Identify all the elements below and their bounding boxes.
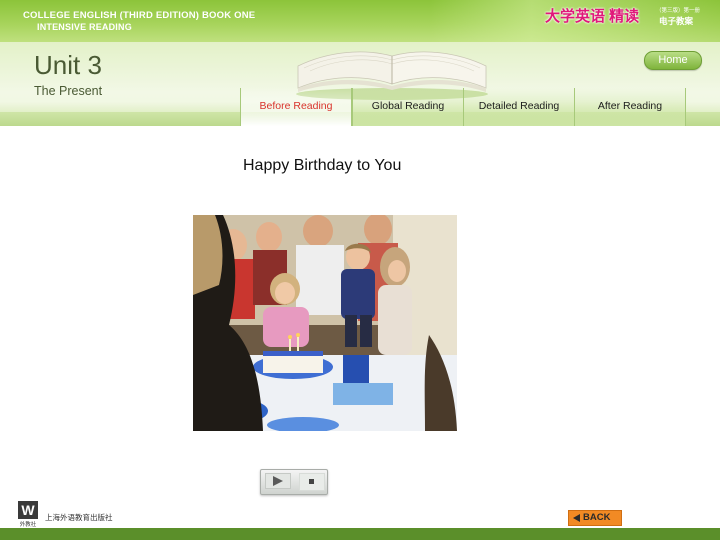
publisher-name-cn: 上海外语教育出版社 xyxy=(45,513,113,522)
brand-title-cn: 大学英语 精读 xyxy=(545,8,640,25)
stop-icon-glyph xyxy=(309,479,314,484)
play-icon[interactable] xyxy=(265,473,291,489)
edition-label-cn: （第三版）第一册 xyxy=(656,8,701,14)
tab-before-reading[interactable]: Before Reading xyxy=(240,88,352,126)
svg-text:外教社: 外教社 xyxy=(20,520,37,527)
back-button[interactable]: BACK xyxy=(568,510,622,526)
series-title: COLLEGE ENGLISH (THIRD EDITION) BOOK ONE xyxy=(23,10,256,21)
publisher-logo: W 外教社 xyxy=(18,501,38,527)
tab-global-reading[interactable]: Global Reading xyxy=(352,88,464,126)
section-heading: Happy Birthday to You xyxy=(243,157,402,174)
unit-title: Unit 3 xyxy=(34,50,102,80)
unit-subtitle: The Present xyxy=(34,84,103,98)
back-button-label: BACK xyxy=(583,512,611,523)
svg-text:W: W xyxy=(21,502,35,518)
footer-bar xyxy=(0,528,720,540)
home-button[interactable]: Home xyxy=(644,51,702,70)
tab-label: Global Reading xyxy=(371,100,445,112)
back-arrow-icon xyxy=(573,514,580,522)
stop-icon[interactable] xyxy=(299,473,325,491)
tab-detailed-reading[interactable]: Detailed Reading xyxy=(463,88,575,126)
tab-label: After Reading xyxy=(597,100,663,112)
tab-label: Before Reading xyxy=(259,100,333,112)
tab-label: Detailed Reading xyxy=(478,100,560,112)
tab-after-reading[interactable]: After Reading xyxy=(574,88,686,126)
birthday-party-photo xyxy=(193,215,457,431)
ebook-label-cn: 电子教案 xyxy=(659,16,694,26)
series-subtitle: INTENSIVE READING xyxy=(37,22,132,32)
media-controls xyxy=(260,469,328,495)
